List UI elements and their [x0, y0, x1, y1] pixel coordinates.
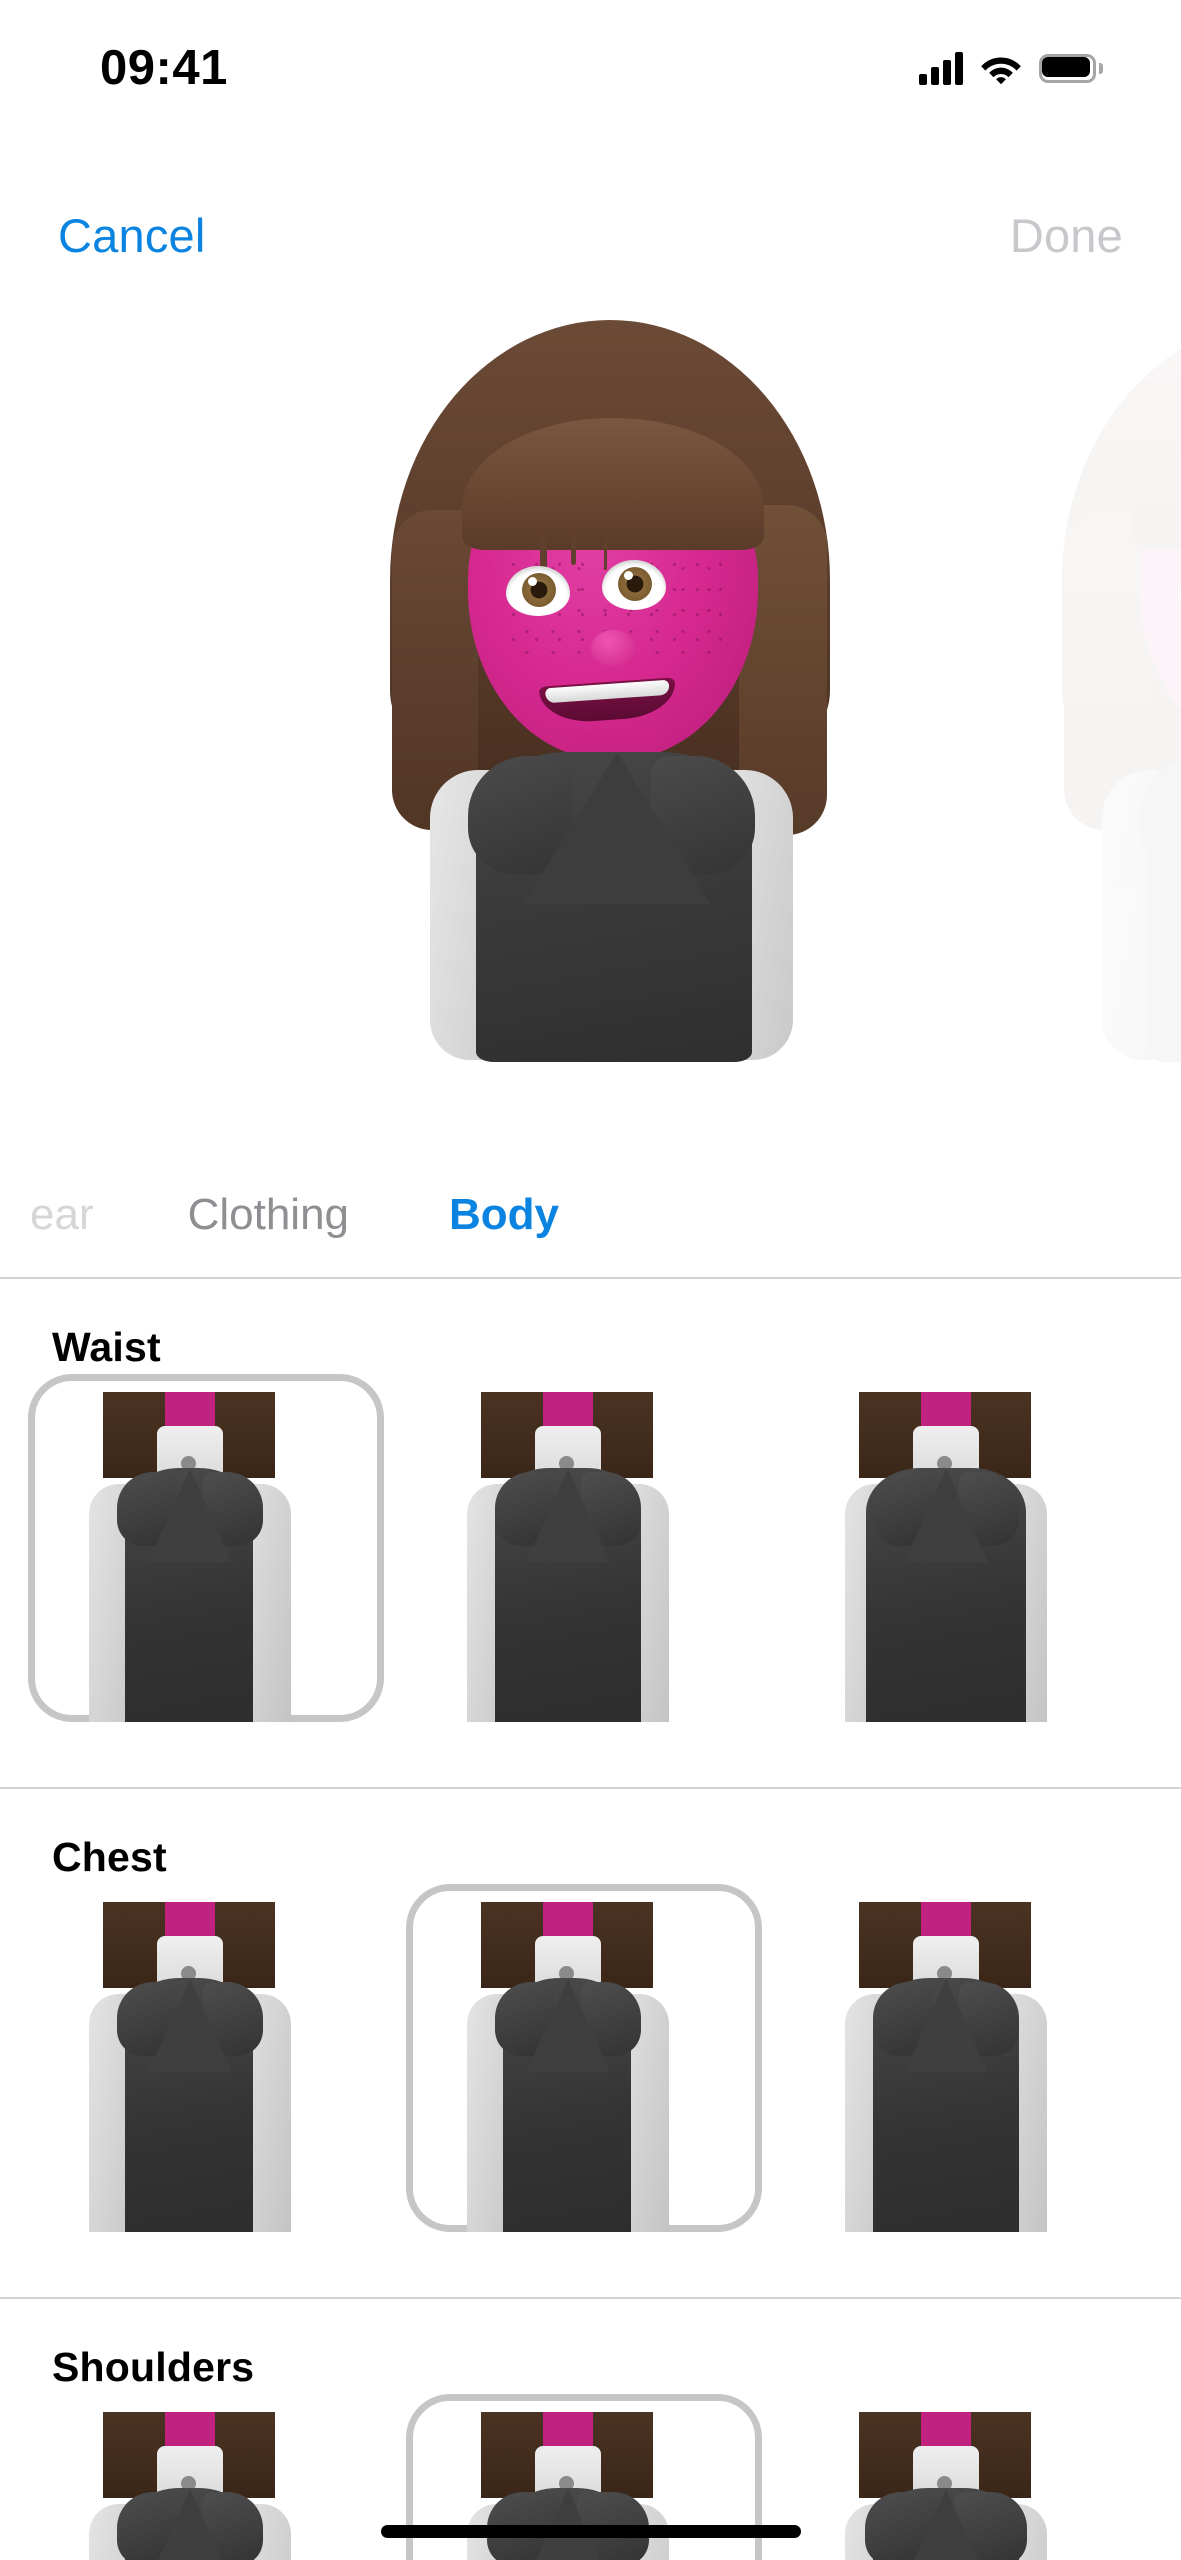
section-shoulders: Shoulders	[0, 2297, 1181, 2560]
home-indicator[interactable]	[381, 2525, 801, 2538]
category-tab-bar: ear Clothing Body	[0, 1152, 1181, 1277]
chest-option-row	[0, 1884, 1181, 2232]
battery-icon	[1039, 53, 1103, 83]
chest-option-1[interactable]	[0, 1902, 378, 2232]
cellular-signal-icon	[919, 51, 963, 85]
section-title-chest: Chest	[52, 1834, 167, 1880]
section-chest: Chest	[0, 1787, 1181, 2232]
section-title-shoulders: Shoulders	[52, 2344, 255, 2390]
done-button[interactable]: Done	[1010, 208, 1123, 263]
waist-option-row	[0, 1374, 1181, 1722]
shoulders-option-3[interactable]	[756, 2412, 1134, 2560]
tab-body[interactable]: Body	[449, 1190, 559, 1240]
chest-option-3[interactable]	[756, 1902, 1134, 2232]
nose	[591, 630, 635, 666]
status-bar-time: 09:41	[100, 41, 228, 95]
waist-option-1[interactable]	[0, 1374, 384, 1722]
eye-left	[506, 566, 570, 616]
status-bar-indicators	[919, 51, 1103, 85]
section-title-waist: Waist	[52, 1324, 161, 1370]
chest-option-2[interactable]	[378, 1884, 762, 2232]
navigation-bar: Cancel Done	[0, 180, 1181, 290]
memoji-preview[interactable]	[358, 300, 863, 1062]
eye-right	[602, 560, 666, 610]
memoji-preview-next[interactable]	[1030, 300, 1181, 1062]
tab-headwear[interactable]: ear	[30, 1190, 94, 1240]
tab-clothing[interactable]: Clothing	[188, 1190, 349, 1240]
waist-option-2[interactable]	[378, 1392, 756, 1722]
memoji-preview-stage[interactable]	[0, 300, 1181, 1140]
cancel-button[interactable]: Cancel	[58, 208, 206, 263]
wifi-icon	[980, 52, 1022, 85]
section-waist: Waist	[0, 1277, 1181, 1722]
memoji-editor-screen: 09:41 Cancel Done ear Clothing Body Wais…	[0, 0, 1181, 2560]
shoulders-option-1[interactable]	[0, 2412, 378, 2560]
status-bar: 09:41	[0, 0, 1181, 118]
collar	[524, 754, 710, 904]
waist-option-3[interactable]	[756, 1392, 1134, 1722]
